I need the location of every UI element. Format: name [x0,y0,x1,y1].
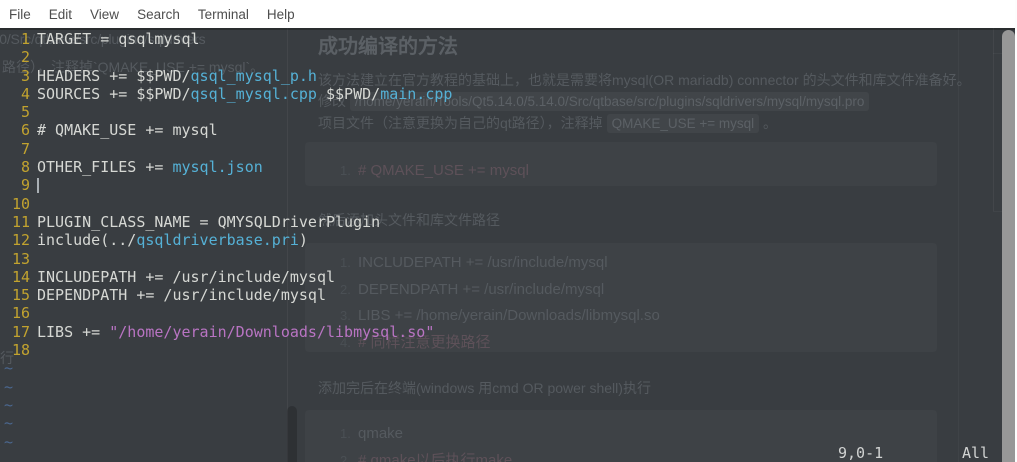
menu-item-file[interactable]: File [0,7,40,22]
editor-line[interactable]: 8 OTHER_FILES += mysql.json [0,158,1017,176]
line-text: TARGET = qsqlmysql [37,30,200,48]
line-number: 1 [20,30,30,48]
line-text: OTHER_FILES += mysql.json [37,158,263,176]
line-text: DEPENDPATH += /usr/include/mysql [37,286,326,304]
code-segment: main.cpp [380,84,453,103]
line-number: 12 [11,231,30,250]
editor-line[interactable]: 7 [0,140,1017,158]
window-top-shadow [0,28,1017,30]
menu-item-help[interactable]: Help [258,7,304,22]
line-number: 7 [20,139,30,158]
line-number: 5 [20,103,30,122]
editor-line[interactable]: 6 # QMAKE_USE += mysql [0,121,1017,139]
vim-editor[interactable]: 1 TARGET = qsqlmysql 2 3 HEADERS += $$PWD/qs… [0,28,1017,462]
code-segment: "/home/yerain/Downloads/libmysql.so" [109,322,435,341]
vim-cursor [37,177,39,193]
editor-line[interactable]: 1 TARGET = qsqlmysql [0,30,1017,48]
line-number: 3 [20,66,30,85]
line-number: 15 [11,286,30,305]
editor-line[interactable]: 15 DEPENDPATH += /usr/include/mysql [0,286,1017,304]
line-text: PLUGIN_CLASS_NAME = QMYSQLDriverPlugin [37,213,380,231]
terminal-screen[interactable]: 成功编译的方法 该方法建立在官方教程的基础上，也就是需要将mysql(OR ma… [0,28,1017,462]
terminal-scrollbar[interactable] [1002,30,1015,462]
line-text: # QMAKE_USE += mysql [37,121,218,139]
line-text: SOURCES += $$PWD/qsql_mysql.cpp $$PWD/ma… [37,85,452,103]
editor-line[interactable]: 18 [0,341,1017,359]
app-window: File Edit View Search Terminal Help 成功编译的方法 该… [0,0,1017,462]
code-segment: qsql_mysql_p.h [190,66,317,85]
line-text: INCLUDEPATH += /usr/include/mysql [37,268,335,286]
menu-item-terminal[interactable]: Terminal [189,7,258,22]
code-segment: LIBS += [37,322,110,341]
code-segment: SOURCES += $$PWD/ [37,84,191,103]
menu-item-search[interactable]: Search [128,7,189,22]
line-number: 14 [11,267,30,286]
editor-line[interactable]: 4 SOURCES += $$PWD/qsql_mysql.cpp $$PWD/m… [0,85,1017,103]
code-segment: ) [298,231,308,250]
code-segment: DEPENDPATH += /usr/include/mysql [37,286,326,305]
line-number: 18 [11,341,30,360]
code-segment: TARGET = qsqlmysql [37,30,200,48]
editor-rows[interactable]: 1 TARGET = qsqlmysql 2 3 HEADERS += $$PWD/qs… [0,30,1017,451]
line-number: 4 [20,84,30,103]
code-segment: $$PWD/ [316,84,381,103]
editor-line[interactable]: 14 INCLUDEPATH += /usr/include/mysql [0,268,1017,286]
code-segment: # QMAKE_USE += mysql [37,121,218,140]
line-number: 2 [20,48,30,67]
line-text: include(../qsqldriverbase.pri) [37,231,308,249]
code-segment: OTHER_FILES += [37,158,173,177]
line-text: LIBS += "/home/yerain/Downloads/libmysql… [37,323,434,341]
line-number: 17 [11,322,30,341]
code-segment: mysql.json [172,158,263,177]
line-number: 10 [11,194,30,213]
editor-line[interactable]: 12 include(../qsqldriverbase.pri) [0,231,1017,249]
code-segment: PLUGIN_CLASS_NAME = QMYSQLDriverPlugin [37,212,381,231]
code-segment: HEADERS += $$PWD/ [37,66,191,85]
editor-line[interactable]: 9 [0,176,1017,194]
editor-line[interactable]: 10 [0,195,1017,213]
cursor-position-ruler: 9,0-1 [838,444,884,462]
menu-item-view[interactable]: View [81,7,128,22]
empty-line-tilde: ~ [4,377,14,396]
line-number: 6 [20,121,30,140]
line-number: 16 [11,304,30,323]
editor-line[interactable]: 5 [0,103,1017,121]
code-segment: qsql_mysql.cpp [190,84,317,103]
line-text: HEADERS += $$PWD/qsql_mysql_p.h [37,67,317,85]
editor-line[interactable]: 2 [0,48,1017,66]
scroll-position-indicator: All [962,444,990,462]
code-segment: INCLUDEPATH += /usr/include/mysql [37,267,336,286]
code-segment: qsqldriverbase.pri [136,231,299,250]
empty-line-tilde: ~ [4,414,14,433]
menu-item-edit[interactable]: Edit [40,7,81,22]
empty-line-tilde: ~ [4,395,14,414]
editor-line[interactable]: 17 LIBS += "/home/yerain/Downloads/libmys… [0,323,1017,341]
editor-line[interactable]: 11 PLUGIN_CLASS_NAME = QMYSQLDriverPlugin [0,213,1017,231]
menu-bar: File Edit View Search Terminal Help [0,0,1017,28]
line-number: 13 [11,249,30,268]
code-segment: include(../ [37,231,137,250]
empty-line-tilde: ~ [4,359,14,378]
line-number: 9 [20,176,30,195]
editor-line[interactable]: 3 HEADERS += $$PWD/qsql_mysql_p.h [0,67,1017,85]
editor-line[interactable]: 16 [0,304,1017,322]
line-number: 11 [11,212,30,231]
editor-line[interactable]: 13 [0,250,1017,268]
line-number: 8 [20,158,30,177]
vim-status-line: 9,0-1 All [0,444,1017,462]
